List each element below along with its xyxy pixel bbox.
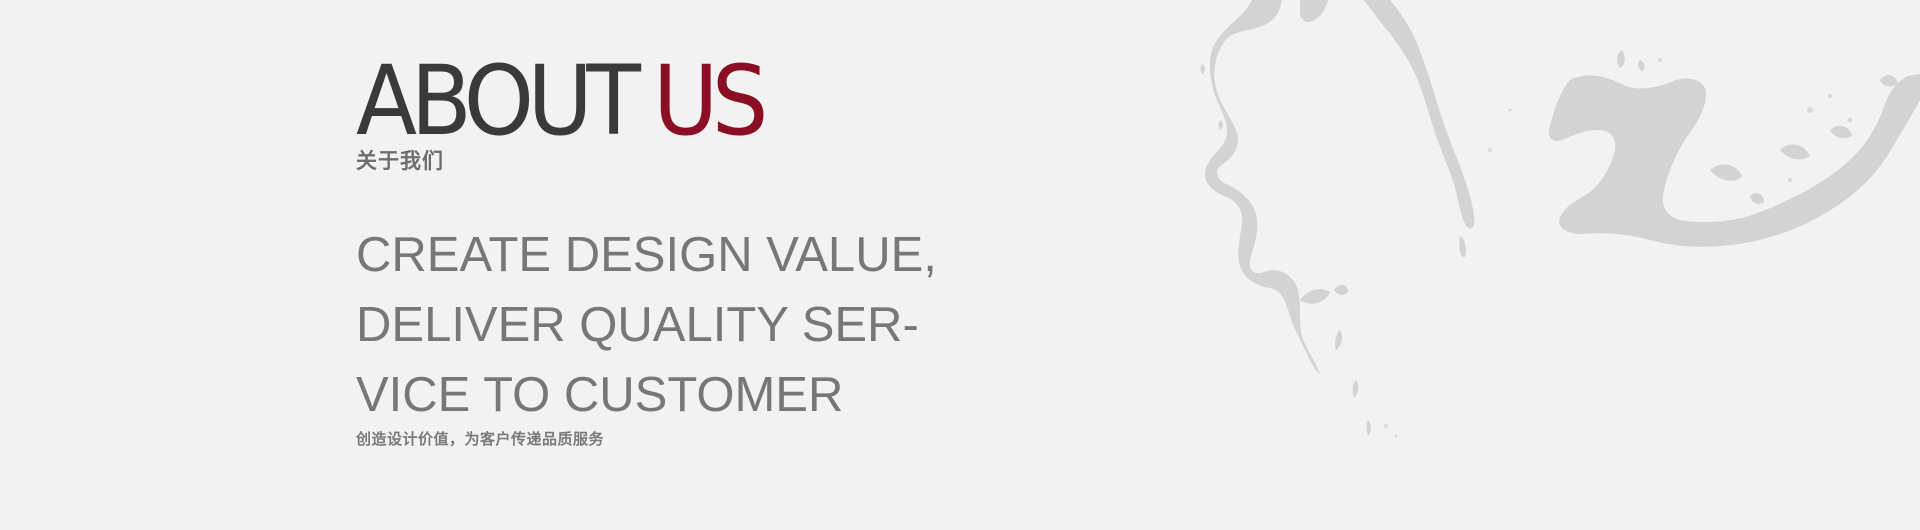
slogan-line-3: VICE TO CUSTOMER [356,368,844,422]
ink-splash-icon [1200,0,1920,438]
about-title-main: ABOUT [356,45,641,157]
slogan: CREATE DESIGN VALUE, DELIVER QUALITY SER… [356,220,1056,430]
slogan-line-1: CREATE DESIGN VALUE, [356,228,937,282]
slogan-cn: 创造设计价值，为客户传递品质服务 [356,430,605,448]
slogan-line-2: DELIVER QUALITY SER- [356,298,919,352]
about-title-accent: US [652,45,769,157]
about-title: ABOUT US [356,53,1007,149]
about-content: ABOUT US 关于我们 CREATE DESIGN VALUE, DELIVE… [356,53,1056,449]
about-banner: ABOUT US 关于我们 CREATE DESIGN VALUE, DELIVE… [0,0,1920,530]
